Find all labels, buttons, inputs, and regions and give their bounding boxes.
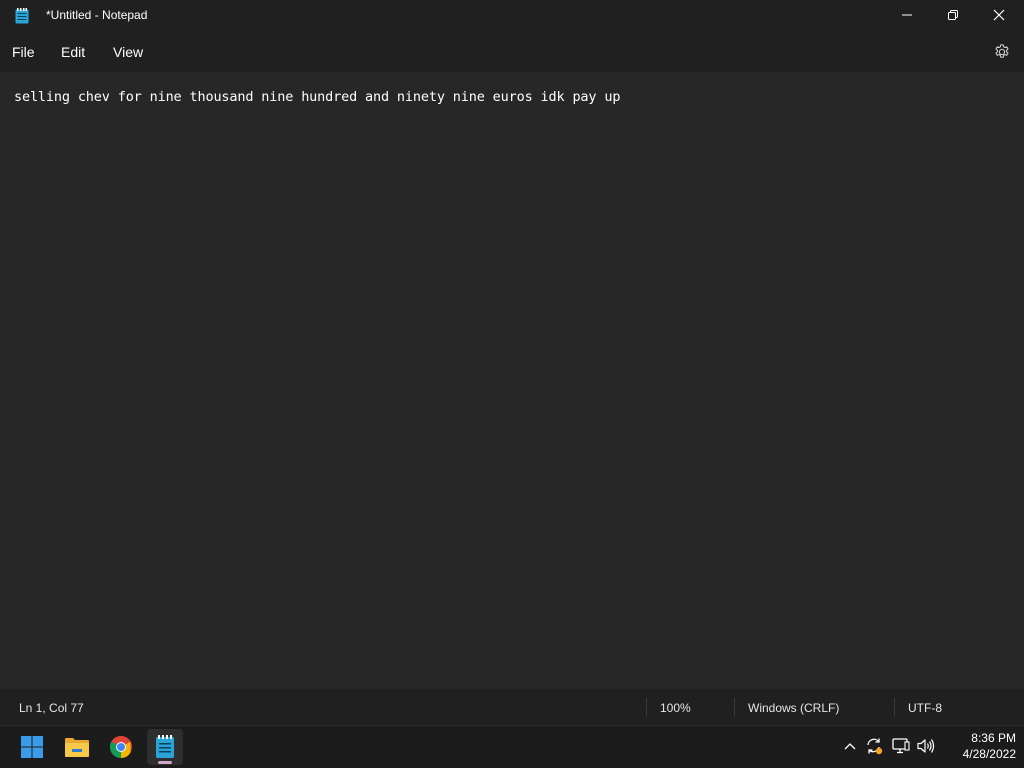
- encoding: UTF-8: [908, 701, 942, 715]
- chevron-up-icon: [844, 743, 856, 750]
- network-icon: [892, 738, 910, 754]
- taskbar: 8:36 PM 4/28/2022: [0, 725, 1024, 768]
- minimize-icon: [902, 14, 912, 16]
- restore-icon: [948, 10, 958, 20]
- start-button[interactable]: [14, 729, 50, 765]
- editor-content[interactable]: selling chev for nine thousand nine hund…: [14, 89, 620, 105]
- notepad-taskbar-button[interactable]: [147, 729, 183, 765]
- menu-view[interactable]: View: [113, 44, 143, 60]
- network-tray-button[interactable]: [891, 736, 911, 756]
- clock-date: 4/28/2022: [962, 747, 1016, 761]
- minimize-button[interactable]: [884, 0, 930, 30]
- text-editor[interactable]: selling chev for nine thousand nine hund…: [0, 72, 1024, 689]
- window-title: *Untitled - Notepad: [46, 8, 148, 22]
- active-app-indicator: [158, 761, 172, 764]
- menu-bar: File Edit View: [0, 32, 1024, 72]
- menu-file[interactable]: File: [12, 44, 35, 60]
- menu-edit[interactable]: Edit: [61, 44, 85, 60]
- chrome-button[interactable]: [103, 729, 139, 765]
- file-explorer-icon: [65, 738, 89, 757]
- close-button[interactable]: [976, 0, 1022, 30]
- settings-button[interactable]: [993, 43, 1011, 61]
- notepad-app-icon: [15, 8, 29, 24]
- status-divider: [734, 698, 735, 716]
- clock-time: 8:36 PM: [971, 731, 1016, 745]
- gear-icon: [995, 44, 1009, 58]
- line-ending: Windows (CRLF): [748, 701, 840, 715]
- start-icon: [21, 736, 43, 758]
- status-divider: [894, 698, 895, 716]
- file-explorer-button[interactable]: [59, 729, 95, 765]
- notepad-icon: [156, 735, 174, 758]
- mouse-cursor: [323, 762, 331, 768]
- sync-icon: [867, 738, 883, 755]
- chrome-icon: [110, 736, 132, 758]
- status-bar: Ln 1, Col 77 100% Windows (CRLF) UTF-8: [0, 689, 1024, 725]
- taskbar-clock[interactable]: 8:36 PM 4/28/2022: [944, 730, 1016, 762]
- restore-button[interactable]: [930, 0, 976, 30]
- status-divider: [646, 698, 647, 716]
- volume-tray-button[interactable]: [916, 736, 936, 756]
- title-bar[interactable]: *Untitled - Notepad: [0, 0, 1024, 32]
- sync-tray-button[interactable]: [864, 736, 884, 756]
- zoom-level: 100%: [660, 701, 691, 715]
- cursor-position: Ln 1, Col 77: [19, 701, 84, 715]
- close-icon: [993, 9, 1005, 21]
- show-hidden-icons-button[interactable]: [840, 736, 860, 756]
- volume-icon: [917, 739, 935, 753]
